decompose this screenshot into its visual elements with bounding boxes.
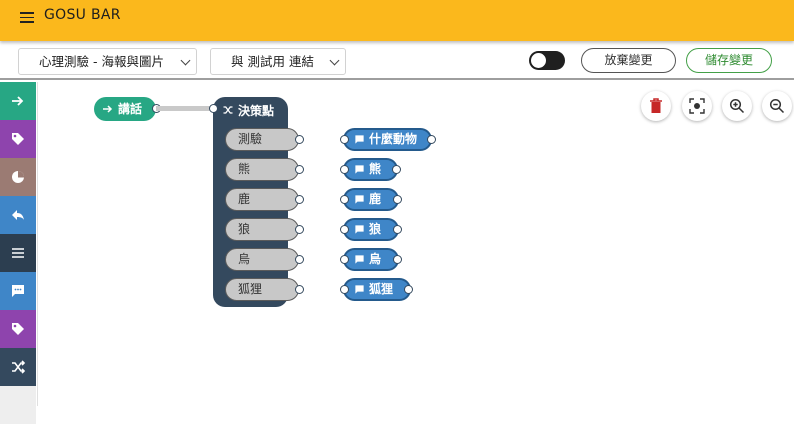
link-select-value: 與 測試用 連結: [231, 54, 314, 69]
toolbox-chat[interactable]: [0, 272, 36, 310]
chat-icon: [355, 255, 364, 264]
toolbox-chart[interactable]: [0, 158, 36, 196]
message-output-port[interactable]: [393, 195, 402, 204]
menu-icon[interactable]: [20, 12, 34, 23]
chat-icon: [355, 165, 364, 174]
pie-chart-icon: [12, 171, 24, 183]
choice-item[interactable]: 烏: [225, 248, 299, 271]
decision-block-title: 決策點: [238, 104, 275, 118]
choice-output-port[interactable]: [295, 165, 304, 174]
toolbox-tag[interactable]: [0, 120, 36, 158]
message-node-label: 熊: [369, 162, 382, 176]
message-input-port[interactable]: [340, 165, 349, 174]
toolbox-shuffle[interactable]: [0, 348, 36, 386]
toolbox-say[interactable]: [0, 82, 36, 120]
focus-icon: [689, 98, 705, 114]
tag-icon: [12, 323, 24, 335]
message-node[interactable]: 鹿: [343, 188, 399, 211]
say-block-label: 講話: [118, 102, 143, 116]
message-input-port[interactable]: [340, 195, 349, 204]
decision-input-port[interactable]: [209, 104, 218, 113]
trash-icon: [650, 98, 662, 113]
toolbox-tag-2[interactable]: [0, 310, 36, 348]
toggle-switch[interactable]: [529, 51, 565, 70]
script-select-value: 心理測驗 - 海報與圖片: [39, 54, 164, 69]
message-node[interactable]: 什麼動物: [343, 128, 432, 151]
choice-output-port[interactable]: [295, 285, 304, 294]
arrow-right-icon: [12, 96, 24, 106]
message-node-label: 狐狸: [369, 282, 394, 296]
editor-toolbar: 心理測驗 - 海報與圖片 與 測試用 連結 放棄變更 儲存變更: [0, 41, 794, 80]
message-node-label: 烏: [369, 252, 382, 266]
script-select[interactable]: 心理測驗 - 海報與圖片: [18, 48, 197, 75]
zoom-out-button[interactable]: [762, 91, 792, 121]
shuffle-icon: [12, 360, 26, 374]
choice-output-port[interactable]: [295, 255, 304, 264]
block-connection: [156, 106, 216, 111]
canvas-divider: [37, 82, 38, 406]
message-node-label: 狼: [369, 222, 382, 236]
tag-icon: [12, 133, 24, 145]
zoom-in-button[interactable]: [722, 91, 752, 121]
message-input-port[interactable]: [340, 285, 349, 294]
message-output-port[interactable]: [393, 225, 402, 234]
arrow-right-icon: [103, 105, 113, 113]
toolbox-empty: [0, 386, 36, 424]
link-select[interactable]: 與 測試用 連結: [210, 48, 346, 75]
choice-item[interactable]: 狐狸: [225, 278, 299, 301]
center-view-button[interactable]: [682, 91, 712, 121]
chat-icon: [355, 285, 364, 294]
toolbox-reply[interactable]: [0, 196, 36, 234]
choice-output-port[interactable]: [295, 135, 304, 144]
message-node[interactable]: 狐狸: [343, 278, 411, 301]
message-output-port[interactable]: [404, 285, 413, 294]
message-output-port[interactable]: [392, 165, 401, 174]
message-node[interactable]: 熊: [343, 158, 398, 181]
app-header: GOSU BAR: [0, 0, 794, 41]
message-output-port[interactable]: [393, 255, 402, 264]
toolbox-menu[interactable]: [0, 234, 36, 272]
message-input-port[interactable]: [340, 255, 349, 264]
message-input-port[interactable]: [340, 135, 349, 144]
choice-output-port[interactable]: [295, 225, 304, 234]
message-node[interactable]: 狼: [343, 218, 399, 241]
app-title: GOSU BAR: [44, 7, 121, 23]
chat-icon: [12, 285, 24, 297]
delete-button[interactable]: [641, 91, 671, 121]
message-node-label: 什麼動物: [369, 132, 418, 146]
zoom-out-icon: [769, 98, 785, 114]
chat-icon: [355, 135, 364, 144]
chevron-down-icon: [180, 55, 191, 66]
menu-lines-icon: [12, 248, 24, 258]
zoom-in-icon: [729, 98, 745, 114]
choice-item[interactable]: 熊: [225, 158, 299, 181]
chevron-down-icon: [329, 55, 340, 66]
choice-item[interactable]: 狼: [225, 218, 299, 241]
discard-changes-button[interactable]: 放棄變更: [581, 48, 676, 73]
reply-icon: [12, 210, 24, 220]
message-input-port[interactable]: [340, 225, 349, 234]
choice-item[interactable]: 測驗: [225, 128, 299, 151]
message-node[interactable]: 烏: [343, 248, 399, 271]
chat-icon: [355, 225, 364, 234]
save-changes-button[interactable]: 儲存變更: [686, 48, 772, 73]
choice-output-port[interactable]: [295, 195, 304, 204]
message-output-port[interactable]: [427, 135, 436, 144]
say-block[interactable]: 講話: [94, 97, 156, 121]
toggle-knob: [531, 53, 546, 68]
message-node-label: 鹿: [369, 192, 382, 206]
chat-icon: [355, 195, 364, 204]
shuffle-icon: [223, 106, 233, 114]
block-toolbox: [0, 82, 36, 424]
choice-item[interactable]: 鹿: [225, 188, 299, 211]
